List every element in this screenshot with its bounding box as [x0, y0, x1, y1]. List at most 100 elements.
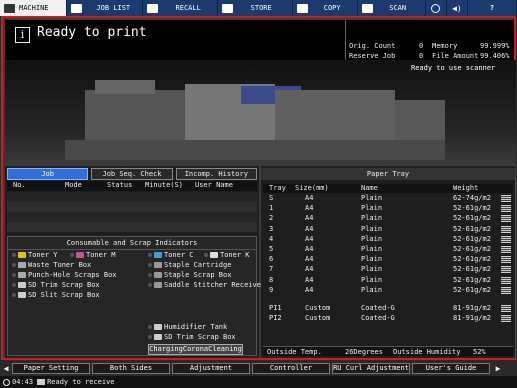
paper-tray-panel: Paper Tray Tray Size(mm) Name Weight S A4… — [261, 166, 515, 358]
punch-hole-indicator: Punch-Hole Scraps Box — [12, 271, 117, 279]
paper-level-icon — [501, 215, 511, 223]
paper-tray-row[interactable]: PI2 Custom Coated-G 81-91g/m2 — [263, 314, 513, 323]
scroll-right-arrow-icon[interactable]: ▶ — [492, 363, 504, 374]
col-weight: Weight — [453, 184, 479, 192]
tab-store-label: STORE — [250, 4, 272, 12]
paper-tray-header: Tray Size(mm) Name Weight — [263, 184, 513, 193]
tray-name: Plain — [361, 285, 383, 294]
language-button[interactable] — [426, 0, 447, 16]
counter-panel: Orig. Count 0 Memory 99.999% Reserve Job… — [345, 20, 514, 60]
paper-tray-row[interactable]: 2 A4 Plain 52-61g/m2 — [263, 214, 513, 223]
tray-tray: 5 — [269, 245, 274, 253]
col-size: Size(mm) — [295, 184, 329, 192]
paper-level-icon — [501, 195, 511, 202]
paper-level-icon — [501, 235, 511, 243]
tab-recall[interactable]: RECALL — [143, 0, 218, 16]
paper-setting-button[interactable]: Paper Setting — [12, 363, 90, 374]
tray-weight: 52-61g/m2 — [453, 255, 491, 264]
paper-tray-row[interactable]: 8 A4 Plain 52-61g/m2 — [263, 276, 513, 285]
scroll-left-arrow-icon[interactable]: ◀ — [0, 363, 12, 374]
sd-slit-indicator: SD Slit Scrap Box — [12, 291, 100, 299]
sd-trim-right-indicator: SD Trim Scrap Box — [148, 333, 236, 341]
toner-c-indicator: Toner C — [148, 251, 194, 259]
both-sides-button[interactable]: Both Sides — [92, 363, 170, 374]
users-guide-button[interactable]: User's Guide — [412, 363, 490, 374]
volume-button[interactable]: ◀) — [447, 0, 469, 16]
tab-scan[interactable]: SCAN — [358, 0, 426, 16]
tray-size: A4 — [305, 214, 314, 223]
tray-weight: 52-61g/m2 — [453, 234, 491, 243]
tab-machine[interactable]: MACHINE — [0, 0, 68, 16]
tab-copy[interactable]: COPY — [293, 0, 359, 16]
paper-tray-row[interactable]: S A4 Plain 62-74g/m2 — [263, 194, 513, 203]
toner-k-indicator: Toner K — [204, 251, 250, 259]
paper-tray-row[interactable]: 4 A4 Plain 52-61g/m2 — [263, 235, 513, 244]
tray-tray: PI1 — [269, 304, 282, 312]
staple-cartridge-indicator: Staple Cartridge — [148, 261, 231, 269]
toner-y-indicator: Toner Y — [12, 251, 58, 259]
footer-status: 04:43 Ready to receive — [0, 376, 517, 388]
machine-icon — [4, 3, 15, 13]
toner-k-icon — [210, 252, 218, 258]
paper-level-icon — [501, 246, 511, 253]
humidifier-tank-indicator: Humidifier Tank — [148, 323, 227, 331]
tab-job-list[interactable]: JOB LIST — [67, 0, 143, 16]
tray-tray: 3 — [269, 224, 274, 233]
info-icon: i — [15, 27, 30, 43]
charging-corona-cleaning-button[interactable]: ChargingCoronaCleaning — [148, 344, 243, 355]
saddle-stitcher-indicator: Saddle Stitcher Receiver — [148, 281, 265, 289]
paper-tray-row[interactable]: 3 A4 Plain 52-61g/m2 — [263, 225, 513, 234]
consumable-indicators: Consumable and Scrap Indicators Toner Y … — [7, 236, 265, 356]
tray-tray: 2 — [269, 214, 274, 223]
paper-tray-row[interactable]: 9 A4 Plain 52-61g/m2 — [263, 286, 513, 295]
tray-tray: 1 — [269, 204, 274, 213]
tray-size: A4 — [305, 204, 314, 213]
job-table-header: No. Mode Status Minute(S) User Name — [7, 181, 257, 191]
tray-name: Plain — [361, 224, 383, 233]
paper-tray-row[interactable]: 1 A4 Plain 52-61g/m2 — [263, 204, 513, 213]
tray-name: Plain — [361, 204, 383, 213]
tab-job-seq-check[interactable]: Job Seq. Check — [91, 168, 173, 180]
job-list[interactable] — [7, 192, 257, 232]
tray-size: Custom — [305, 314, 331, 323]
tray-weight: 52-61g/m2 — [453, 224, 491, 233]
paper-tray-row[interactable]: 5 A4 Plain 52-61g/m2 — [263, 245, 513, 254]
paper-level-icon — [501, 205, 511, 213]
paper-tray-row[interactable]: 7 A4 Plain 52-61g/m2 — [263, 265, 513, 274]
tab-job[interactable]: Job — [7, 168, 89, 180]
paper-tray-row[interactable]: 6 A4 Plain 52-61g/m2 — [263, 255, 513, 264]
col-minute: Minute(S) — [145, 181, 183, 189]
tray-name: Plain — [361, 265, 383, 274]
tab-store[interactable]: STORE — [218, 0, 293, 16]
tray-tray: 8 — [269, 275, 274, 284]
col-status: Status — [107, 181, 133, 189]
col-name: Name — [361, 184, 378, 192]
col-tray: Tray — [269, 184, 286, 192]
adjustment-button[interactable]: Adjustment — [172, 363, 250, 374]
recall-icon — [146, 3, 158, 13]
help-button[interactable]: ? — [468, 0, 517, 16]
ru-curl-adjustment-button[interactable]: RU Curl Adjustment — [332, 363, 410, 374]
tray-name: Coated-G — [361, 314, 395, 323]
job-tabs: Job Job Seq. Check Incomp. History — [7, 168, 257, 180]
tray-name: Plain — [361, 245, 383, 253]
paper-level-icon — [501, 276, 511, 284]
file-amount-value: 99.406% — [480, 52, 510, 60]
outside-humidity-value: 52% — [473, 348, 486, 356]
paper-tray-row[interactable]: PI1 Custom Coated-G 81-91g/m2 — [263, 304, 513, 313]
tab-incomp-history[interactable]: Incomp. History — [175, 168, 257, 180]
tray-weight: 52-61g/m2 — [453, 245, 491, 253]
memory-value: 99.999% — [480, 42, 510, 50]
scanner-status: Ready to use scanner — [411, 64, 496, 72]
controller-button[interactable]: Controller — [252, 363, 330, 374]
tray-tray: S — [269, 194, 274, 202]
tray-weight: 52-61g/m2 — [453, 285, 491, 294]
consumables-title: Consumable and Scrap Indicators — [8, 239, 256, 250]
store-icon — [221, 3, 233, 13]
paper-level-icon — [501, 225, 511, 233]
machine-illustration — [5, 60, 516, 180]
tray-size: Custom — [305, 304, 331, 312]
paper-level-icon — [501, 256, 511, 264]
toner-m-icon — [76, 252, 84, 258]
clock-icon — [3, 378, 10, 386]
